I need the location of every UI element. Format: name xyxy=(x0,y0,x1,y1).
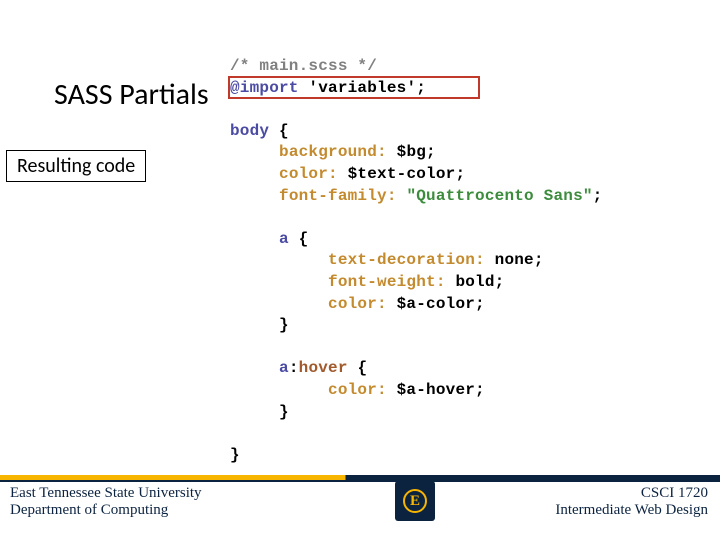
code-ff-prop: font-family: xyxy=(279,187,397,205)
code-brace: { xyxy=(357,359,367,377)
code-td-prop: text-decoration: xyxy=(328,251,485,269)
code-bg-prop: background: xyxy=(279,143,387,161)
code-body-sel: body xyxy=(230,122,279,140)
footer-uni-line1: East Tennessee State University xyxy=(10,485,202,502)
code-ah-prop: color: xyxy=(328,381,387,399)
code-ahover-kw: hover xyxy=(299,359,358,377)
etsu-logo: E xyxy=(395,481,435,521)
code-pre: /* main.scss */ @import 'variables'; bod… xyxy=(230,56,602,466)
footer-course-line1: CSCI 1720 xyxy=(555,485,708,502)
code-brace: { xyxy=(299,230,309,248)
code-import-str: 'variables'; xyxy=(299,79,426,97)
code-import-kw: @import xyxy=(230,79,299,97)
code-ah-val: $a-hover; xyxy=(387,381,485,399)
footer-course-line2: Intermediate Web Design xyxy=(555,502,708,519)
code-semi: ; xyxy=(593,187,603,205)
code-color-val: $text-color; xyxy=(338,165,465,183)
slide-footer: East Tennessee State University Departme… xyxy=(0,475,720,525)
footer-university: East Tennessee State University Departme… xyxy=(10,485,202,520)
code-color-prop: color: xyxy=(279,165,338,183)
code-fw-prop: font-weight: xyxy=(328,273,446,291)
code-block: /* main.scss */ @import 'variables'; bod… xyxy=(230,56,602,466)
code-brace: } xyxy=(230,446,240,464)
code-ahover-a: a xyxy=(279,359,289,377)
code-ac-prop: color: xyxy=(328,295,387,313)
code-comment: /* main.scss */ xyxy=(230,57,377,75)
code-a-sel: a xyxy=(279,230,299,248)
code-td-val: none; xyxy=(485,251,544,269)
etsu-logo-letter: E xyxy=(403,489,427,513)
footer-divider xyxy=(0,480,720,482)
code-brace: } xyxy=(279,316,289,334)
footer-course: CSCI 1720 Intermediate Web Design xyxy=(555,485,708,520)
code-colon: : xyxy=(289,359,299,377)
code-bg-val: $bg; xyxy=(387,143,436,161)
slide-title: SASS Partials xyxy=(54,76,209,113)
resulting-code-label: Resulting code xyxy=(6,150,146,182)
code-brace: { xyxy=(279,122,289,140)
code-ac-val: $a-color; xyxy=(387,295,485,313)
footer-uni-line2: Department of Computing xyxy=(10,502,202,519)
code-fw-val: bold; xyxy=(446,273,505,291)
code-brace: } xyxy=(279,403,289,421)
code-ff-val: "Quattrocento Sans" xyxy=(397,187,593,205)
